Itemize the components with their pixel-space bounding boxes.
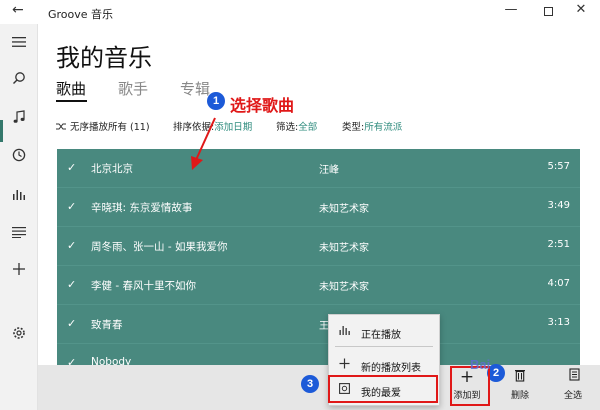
step-badge-3: 3 [301,375,319,393]
watermark-text: Bai [470,357,491,372]
highlight-add-to [450,366,490,406]
highlight-favorites [328,375,438,403]
annotation-arrow [191,117,216,170]
step-badge-1: 1 [207,92,225,110]
step-1-caption: 选择歌曲 [230,96,295,115]
